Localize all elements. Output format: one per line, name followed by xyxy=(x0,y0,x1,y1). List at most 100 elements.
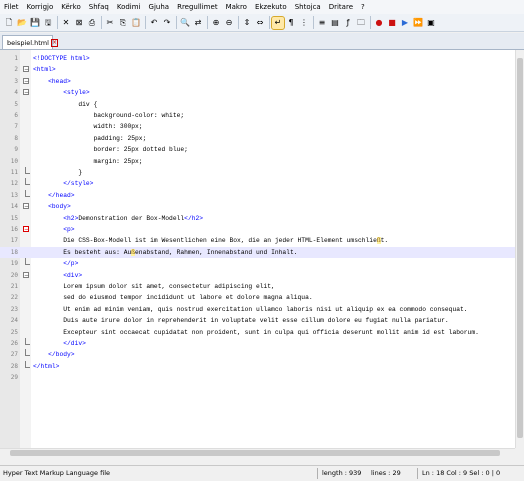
code-line[interactable]: 11 } xyxy=(0,167,515,178)
undo-icon[interactable]: ↶ xyxy=(148,17,160,29)
folder-workspace-icon[interactable]: 🗀 xyxy=(355,17,367,29)
status-lines: lines : 29 xyxy=(371,469,401,477)
code-line[interactable]: 4− <style> xyxy=(0,87,515,98)
code-line[interactable]: 22 sed do eiusmod tempor incididunt ut l… xyxy=(0,292,515,303)
code-line[interactable]: 5 div { xyxy=(0,99,515,110)
code-line[interactable]: 10 margin: 25px; xyxy=(0,156,515,167)
doc-map-icon[interactable]: ▤ xyxy=(329,17,341,29)
record-macro-icon[interactable]: ● xyxy=(373,17,385,29)
fold-toggle-icon[interactable]: − xyxy=(23,66,29,73)
line-number: 23 xyxy=(10,305,18,313)
close-icon[interactable]: ✕ xyxy=(60,17,72,29)
code-line[interactable]: 9 border: 25px dotted blue; xyxy=(0,144,515,155)
menu-item[interactable]: Ekzekuto xyxy=(251,0,291,14)
code-text: <div> xyxy=(63,271,83,279)
menu-item[interactable]: Dritare xyxy=(325,0,357,14)
code-line[interactable]: 26 </div> xyxy=(0,338,515,349)
paste-icon[interactable]: 📋 xyxy=(130,17,142,29)
code-line[interactable]: 19 </p> xyxy=(0,258,515,269)
code-line[interactable]: 24 Duis aute irure dolor in reprehenderi… xyxy=(0,315,515,326)
fold-end-marker xyxy=(25,189,30,197)
code-editor[interactable]: 1 <!DOCTYPE html> 2− <html> 3− <head> 4− <sty… xyxy=(0,50,515,448)
code-line[interactable]: 1 <!DOCTYPE html> xyxy=(0,53,515,64)
code-line[interactable]: 28 </html> xyxy=(0,360,515,372)
code-line[interactable]: 17 Die CSS-Box-Modell ist im Wesentliche… xyxy=(0,235,515,246)
horizontal-scroll-thumb[interactable] xyxy=(10,450,500,456)
toolbar-separator xyxy=(101,16,102,29)
fold-toggle-icon[interactable]: − xyxy=(23,203,29,210)
close-tab-icon[interactable]: × xyxy=(50,38,58,47)
code-line[interactable]: 13 </head> xyxy=(0,189,515,201)
code-text: </html> xyxy=(33,362,60,370)
menu-item[interactable]: Kërko xyxy=(57,0,85,14)
code-text: <body> xyxy=(48,203,71,211)
copy-icon[interactable]: ⎘ xyxy=(117,17,129,29)
code-line[interactable]: 8 padding: 25px; xyxy=(0,133,515,144)
zoom-in-icon[interactable]: ⊕ xyxy=(210,17,222,29)
code-line[interactable]: 14− <body> xyxy=(0,201,515,212)
fold-toggle-icon[interactable]: − xyxy=(23,271,29,278)
code-text: width: 300px; xyxy=(33,123,143,131)
cut-icon[interactable]: ✂ xyxy=(104,17,116,29)
run-macro-multiple-icon[interactable]: ⏩ xyxy=(412,17,424,29)
sync-horizontal-icon[interactable]: ⇔ xyxy=(254,17,266,29)
menu-item[interactable]: Filet xyxy=(0,0,22,14)
fold-toggle-icon[interactable]: − xyxy=(23,226,29,233)
menu-item[interactable]: ? xyxy=(357,0,369,14)
code-line[interactable]: 18 Es besteht aus: Außenabstand, Rahmen,… xyxy=(0,246,515,259)
code-line[interactable]: 20− <div> xyxy=(0,270,515,281)
code-line[interactable]: 27 </body> xyxy=(0,349,515,360)
menu-item[interactable]: Korrigjo xyxy=(22,0,57,14)
toolbar-separator xyxy=(57,16,58,29)
replace-icon[interactable]: ⇄ xyxy=(192,17,204,29)
play-macro-icon[interactable]: ▶ xyxy=(399,17,411,29)
save-icon[interactable]: 💾 xyxy=(29,17,41,29)
status-position: Ln : 18 Col : 9 Sel : 0 | 0 xyxy=(422,469,501,477)
line-number: 11 xyxy=(10,169,18,176)
stop-macro-icon[interactable]: ■ xyxy=(386,17,398,29)
code-line[interactable]: 16− <p> xyxy=(0,224,515,235)
print-icon[interactable]: ⎙ xyxy=(86,17,98,29)
fold-end-marker xyxy=(25,360,30,368)
code-line[interactable]: 23 Ut enim ad minim veniam, quis nostrud… xyxy=(0,304,515,315)
menu-item[interactable]: Makro xyxy=(222,0,251,14)
code-line[interactable]: 12 </style> xyxy=(0,178,515,189)
find-icon[interactable]: 🔍 xyxy=(179,17,191,29)
horizontal-scrollbar[interactable] xyxy=(0,448,515,458)
code-line[interactable]: 6 background-color: white; xyxy=(0,110,515,121)
new-file-icon[interactable]: 🗋 xyxy=(3,17,15,29)
menu-item[interactable]: Shtojca xyxy=(291,0,325,14)
function-list-icon[interactable]: ƒ xyxy=(342,17,354,29)
close-all-icon[interactable]: ⊠ xyxy=(73,17,85,29)
code-text: </div> xyxy=(63,340,86,347)
code-line[interactable]: 7 width: 300px; xyxy=(0,121,515,132)
save-all-icon[interactable]: 🖫 xyxy=(42,17,54,29)
menu-item[interactable]: Gjuha xyxy=(145,0,174,14)
sync-vertical-icon[interactable]: ⇕ xyxy=(241,17,253,29)
menu-item[interactable]: Rregullimet xyxy=(173,0,221,14)
language-icon[interactable]: ≡ xyxy=(316,17,328,29)
line-number: 22 xyxy=(10,294,18,302)
tab-beispiel-html[interactable]: beispiel.html × xyxy=(2,35,58,49)
word-wrap-icon[interactable]: ↵ xyxy=(271,15,285,30)
open-folder-icon[interactable]: 📂 xyxy=(16,17,28,29)
code-line[interactable]: 21 Lorem ipsum dolor sit amet, consectet… xyxy=(0,281,515,292)
vertical-scrollbar[interactable] xyxy=(515,50,524,448)
code-line[interactable]: 29 xyxy=(0,372,515,383)
toolbar-separator xyxy=(269,16,270,29)
save-macro-icon[interactable]: ▣ xyxy=(425,17,437,29)
redo-icon[interactable]: ↷ xyxy=(161,17,173,29)
vertical-scroll-thumb[interactable] xyxy=(517,58,523,438)
menu-item[interactable]: Kodimi xyxy=(113,0,145,14)
code-line[interactable]: 25 Excepteur sint occaecat cupidatat non… xyxy=(0,327,515,338)
code-line[interactable]: 15 <h2>Demonstration der Box-Modell</h2> xyxy=(0,213,515,224)
code-line[interactable]: 2− <html> xyxy=(0,64,515,75)
show-all-chars-icon[interactable]: ¶ xyxy=(285,17,297,29)
menu-item[interactable]: Shfaq xyxy=(85,0,113,14)
zoom-out-icon[interactable]: ⊖ xyxy=(223,17,235,29)
fold-toggle-icon[interactable]: − xyxy=(23,89,29,96)
indent-guide-icon[interactable]: ⋮ xyxy=(298,17,310,29)
code-text: background-color: white; xyxy=(33,112,185,119)
code-line[interactable]: 3− <head> xyxy=(0,76,515,87)
fold-toggle-icon[interactable]: − xyxy=(23,77,29,84)
